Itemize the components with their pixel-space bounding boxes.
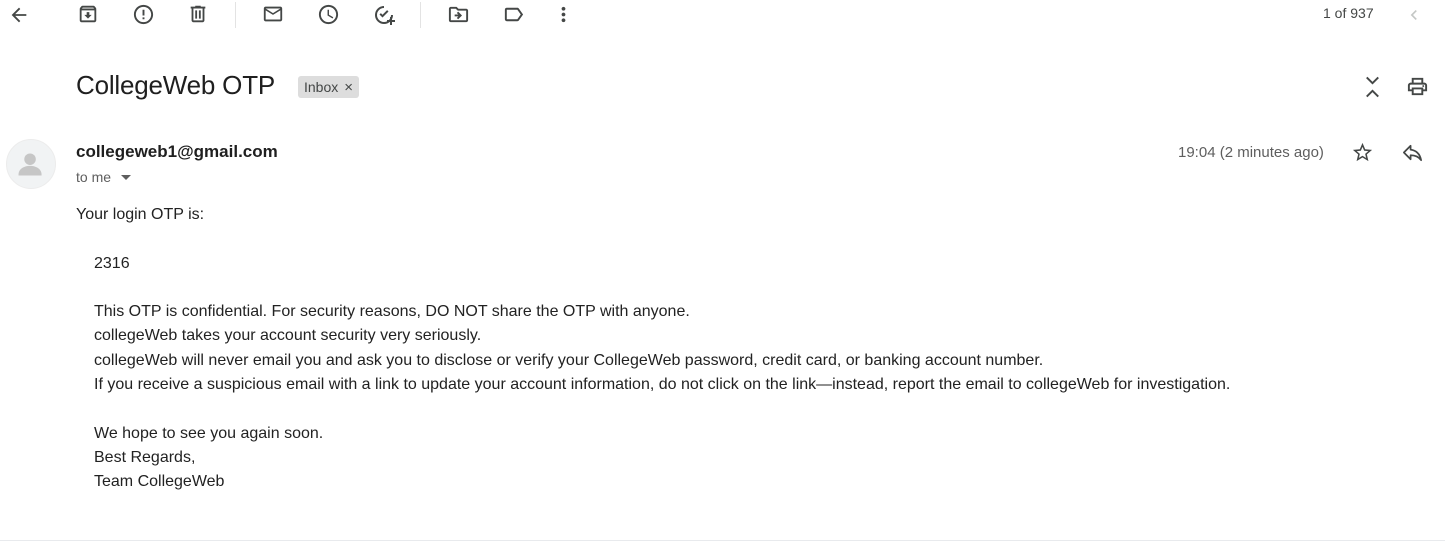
closing-line: Best Regards, (94, 449, 196, 466)
recipient-label: to me (76, 169, 112, 185)
toolbar-separator (420, 2, 421, 28)
chevron-left-icon[interactable] (1404, 5, 1424, 25)
message-timestamp: 19:04 (2 minutes ago) (1178, 144, 1324, 161)
remove-label-icon[interactable]: × (344, 79, 353, 96)
back-arrow-icon[interactable] (8, 4, 30, 26)
mail-icon[interactable] (262, 3, 284, 25)
toolbar-separator (235, 2, 236, 28)
print-icon[interactable] (1406, 75, 1429, 98)
label-icon[interactable] (502, 3, 525, 26)
inbox-label-chip: Inbox × (298, 76, 360, 98)
recipient-details[interactable]: to me (76, 169, 132, 185)
body-greeting: Your login OTP is: (76, 206, 205, 223)
collapse-all-icon[interactable] (1361, 74, 1384, 100)
clock-icon[interactable] (317, 3, 340, 26)
add-task-icon[interactable] (372, 3, 396, 27)
body-line: If you receive a suspicious email with a… (94, 376, 1231, 393)
message-divider (0, 540, 1445, 541)
signature: Team CollegeWeb (94, 473, 225, 490)
chevron-down-icon[interactable] (121, 175, 132, 180)
star-icon[interactable] (1351, 141, 1374, 164)
person-icon (18, 153, 42, 176)
more-vertical-icon[interactable] (552, 3, 575, 26)
report-spam-icon[interactable] (132, 3, 155, 26)
reply-icon[interactable] (1401, 141, 1424, 164)
body-line: This OTP is confidential. For security r… (94, 303, 690, 320)
trash-icon[interactable] (187, 3, 209, 25)
body-line: collegeWeb takes your account security v… (94, 327, 482, 344)
email-subject: CollegeWeb OTP (76, 70, 276, 100)
sender-avatar (6, 139, 56, 189)
closing-line: We hope to see you again soon. (94, 425, 324, 442)
move-to-folder-icon[interactable] (447, 3, 470, 26)
otp-code: 2316 (94, 255, 130, 272)
sender-email[interactable]: collegeweb1@gmail.com (76, 142, 278, 162)
archive-icon[interactable] (77, 3, 99, 25)
body-line: collegeWeb will never email you and ask … (94, 352, 1044, 369)
label-text: Inbox (304, 79, 339, 95)
pagination-count: 1 of 937 (1323, 5, 1374, 21)
